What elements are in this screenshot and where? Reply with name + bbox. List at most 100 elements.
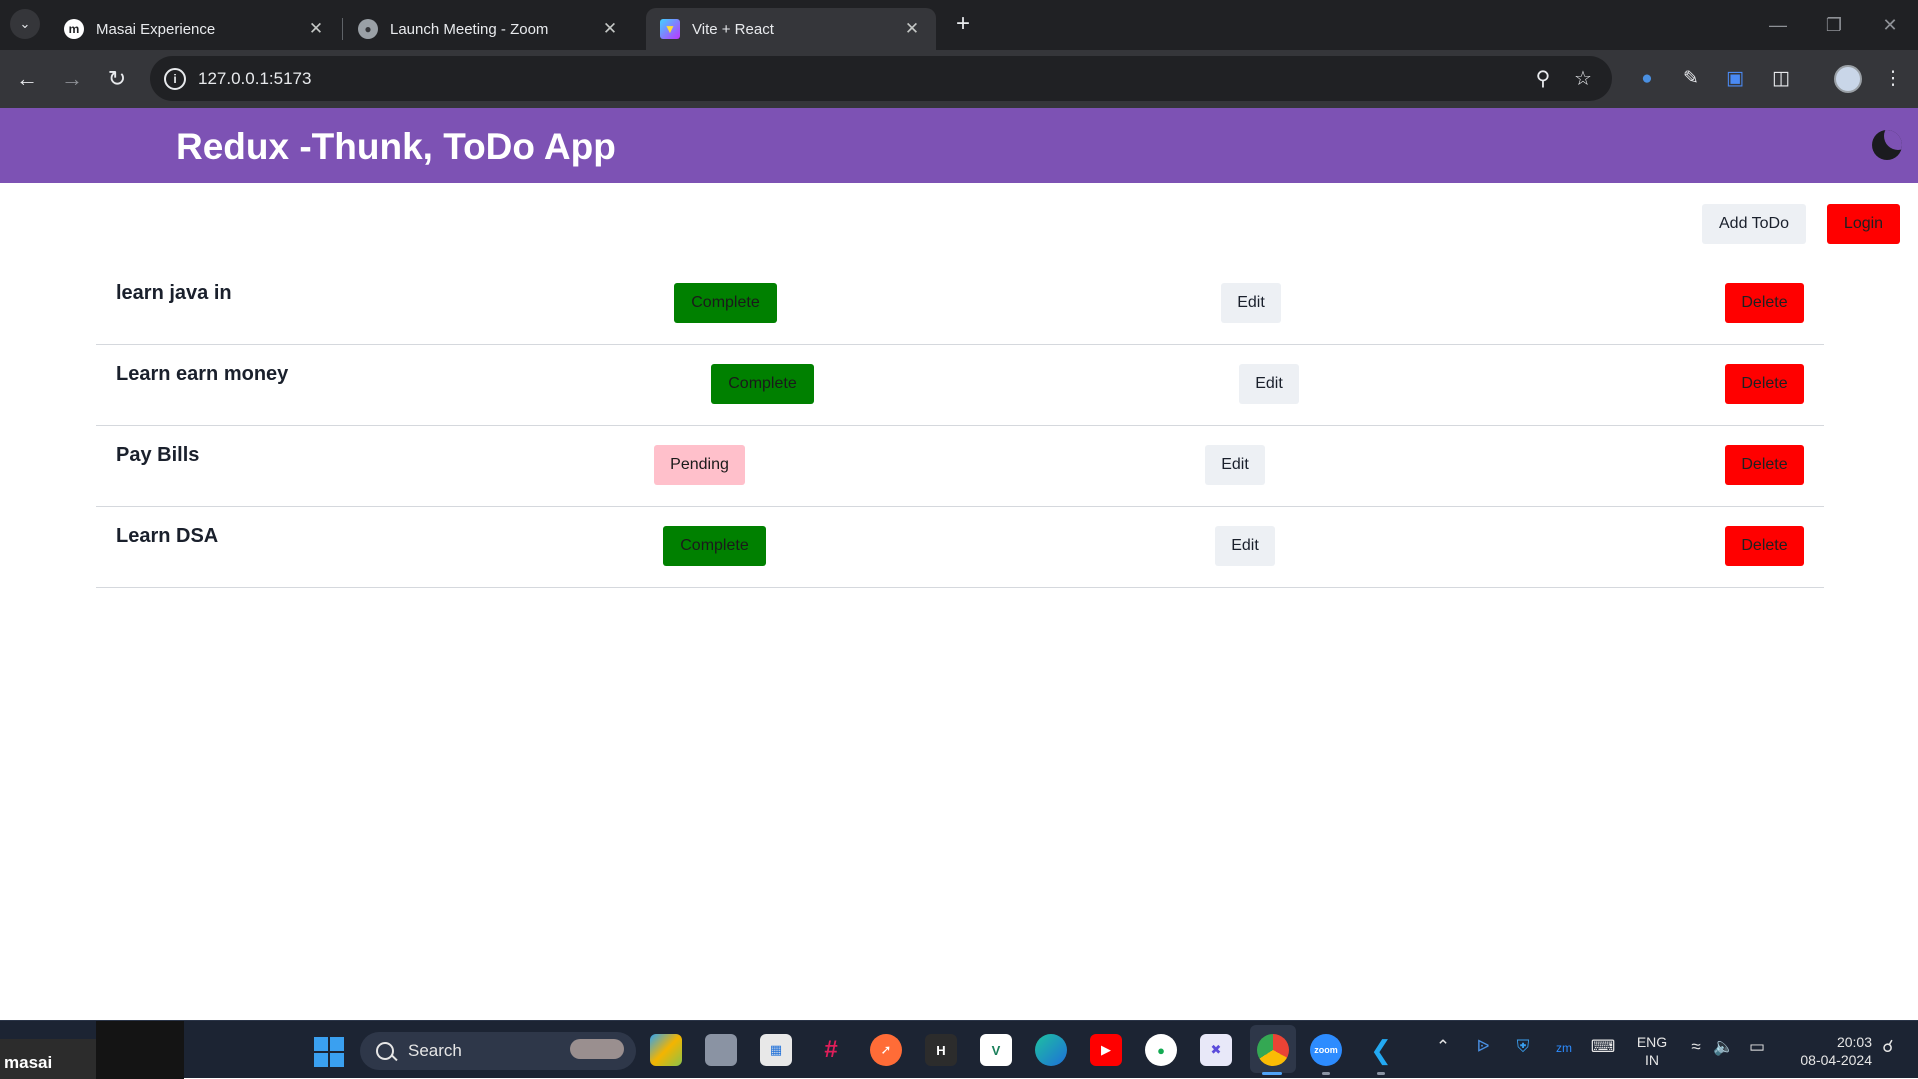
new-tab-icon[interactable]: + <box>948 10 978 40</box>
todo-row: Learn DSA Complete Edit Delete <box>96 507 1824 588</box>
taskbar-search-label: Search <box>408 1041 462 1060</box>
todo-title: Learn earn money <box>116 363 289 385</box>
tab-title: Launch Meeting - Zoom <box>390 20 549 38</box>
address-url[interactable]: 127.0.0.1:5173 <box>198 69 311 89</box>
region-code: IN <box>1645 1052 1659 1068</box>
battery-icon[interactable]: ▭ <box>1744 1037 1770 1057</box>
app-title: Redux -Thunk, ToDo App <box>176 126 616 167</box>
copilot-icon[interactable] <box>650 1034 682 1066</box>
running-indicator <box>1322 1072 1330 1075</box>
edit-button[interactable]: Edit <box>1205 445 1265 485</box>
zoom-icon[interactable]: zoom <box>1310 1034 1342 1066</box>
bookmark-star-icon[interactable]: ☆ <box>1570 66 1596 92</box>
close-tab-icon[interactable]: ✕ <box>306 19 326 39</box>
postman-icon[interactable]: ➚ <box>870 1034 902 1066</box>
window-thumbnail[interactable] <box>96 1021 184 1079</box>
masai-window-thumbnail[interactable]: masai <box>0 1039 96 1079</box>
address-bar[interactable]: i 127.0.0.1:5173 ⚲ ☆ <box>150 56 1612 101</box>
add-todo-button[interactable]: Add ToDo <box>1702 204 1806 244</box>
wifi-icon[interactable]: ≈ <box>1684 1037 1708 1057</box>
slack-icon[interactable]: # <box>815 1034 847 1066</box>
login-button[interactable]: Login <box>1827 204 1900 244</box>
reload-icon[interactable]: ↻ <box>102 64 132 94</box>
active-indicator <box>1262 1072 1282 1075</box>
vite-favicon: ▼ <box>660 19 680 39</box>
status-complete-button[interactable]: Complete <box>711 364 814 404</box>
delete-button[interactable]: Delete <box>1725 526 1804 566</box>
tab-search-chevron-icon[interactable]: ⌄ <box>10 9 40 39</box>
language-code: ENG <box>1636 1034 1668 1050</box>
masai-favicon: m <box>64 19 84 39</box>
site-info-icon[interactable]: i <box>164 68 186 90</box>
close-tab-icon[interactable]: ✕ <box>902 19 922 39</box>
chrome-icon[interactable] <box>1257 1034 1289 1066</box>
start-tile <box>314 1053 328 1067</box>
keyboard-icon[interactable]: ⌨ <box>1590 1037 1616 1057</box>
minimize-icon[interactable]: — <box>1760 10 1796 40</box>
extensions-puzzle-icon[interactable]: ◫ <box>1766 64 1796 94</box>
todo-title: Learn DSA <box>116 525 219 547</box>
app-header: Redux -Thunk, ToDo App <box>0 108 1918 183</box>
start-tile <box>314 1037 328 1051</box>
start-tile <box>330 1053 344 1067</box>
tab-title: Vite + React <box>692 20 774 38</box>
notifications-bell-icon[interactable]: ☌ <box>1876 1037 1900 1057</box>
search-highlight-image <box>570 1039 624 1059</box>
tab-title: Masai Experience <box>96 20 216 38</box>
volume-icon[interactable]: 🔈 <box>1712 1037 1736 1057</box>
moon-icon[interactable] <box>1872 130 1902 160</box>
tab-divider <box>342 18 343 40</box>
restore-icon[interactable]: ❐ <box>1816 10 1852 40</box>
tab-launch-meeting-zoom[interactable]: ● Launch Meeting - Zoom ✕ <box>344 8 634 50</box>
forward-icon[interactable]: → <box>57 64 87 94</box>
todo-row: learn java in Complete Edit Delete <box>96 264 1824 345</box>
todo-row: Pay Bills Pending Edit Delete <box>96 426 1824 507</box>
close-tab-icon[interactable]: ✕ <box>600 19 620 39</box>
edge-icon[interactable] <box>1035 1034 1067 1066</box>
windows-start-icon[interactable] <box>314 1037 344 1067</box>
youtube-icon[interactable]: ▶ <box>1090 1034 1122 1066</box>
microsoft-store-icon[interactable]: ▦ <box>760 1034 792 1066</box>
windows-taskbar: masai Search ▦ # ➚ H V ▶ ● ✖ zoom ❮ ⌃ ᐉ … <box>0 1020 1918 1079</box>
status-pending-button[interactable]: Pending <box>654 445 745 485</box>
extension-blue-icon[interactable]: ● <box>1632 64 1662 94</box>
todo-title: Pay Bills <box>116 444 200 466</box>
edit-button[interactable]: Edit <box>1221 283 1281 323</box>
browser-toolbar: ← → ↻ i 127.0.0.1:5173 ⚲ ☆ ● ✎ ▣ ◫ ⋮ <box>0 50 1918 108</box>
language-indicator[interactable]: ENG IN <box>1634 1033 1670 1069</box>
tab-vite-react[interactable]: ▼ Vite + React ✕ <box>646 8 936 50</box>
profile-avatar[interactable] <box>1834 65 1862 93</box>
status-complete-button[interactable]: Complete <box>674 283 777 323</box>
start-tile <box>330 1037 344 1051</box>
delete-button[interactable]: Delete <box>1725 445 1804 485</box>
clock-date: 08-04-2024 <box>1800 1052 1872 1068</box>
bluetooth-icon[interactable]: ᐉ <box>1472 1037 1494 1057</box>
tab-masai-experience[interactable]: m Masai Experience ✕ <box>50 8 340 50</box>
edit-button[interactable]: Edit <box>1239 364 1299 404</box>
todo-title: learn java in <box>116 282 232 304</box>
zoom-tray-icon[interactable]: zm <box>1552 1041 1576 1055</box>
todo-row: Learn earn money Complete Edit Delete <box>96 345 1824 426</box>
delete-button[interactable]: Delete <box>1725 283 1804 323</box>
clock[interactable]: 20:03 08-04-2024 <box>1780 1033 1872 1069</box>
vscode-icon[interactable]: ❮ <box>1365 1034 1397 1066</box>
browser-tab-strip: ⌄ m Masai Experience ✕ ● Launch Meeting … <box>0 0 1918 50</box>
close-window-icon[interactable]: ✕ <box>1872 10 1908 40</box>
hashnode-icon[interactable]: H <box>925 1034 957 1066</box>
browser-menu-icon[interactable]: ⋮ <box>1878 64 1908 94</box>
back-icon[interactable]: ← <box>12 64 42 94</box>
vuetify-icon[interactable]: V <box>980 1034 1012 1066</box>
color-picker-icon[interactable]: ✎ <box>1676 64 1706 94</box>
windows-security-icon[interactable]: ⛨ <box>1512 1037 1534 1057</box>
file-explorer-icon[interactable] <box>705 1034 737 1066</box>
zoom-icon[interactable]: ⚲ <box>1530 66 1556 92</box>
google-translate-icon[interactable]: ▣ <box>1720 64 1750 94</box>
mongodb-compass-icon[interactable]: ● <box>1145 1034 1177 1066</box>
xmind-icon[interactable]: ✖ <box>1200 1034 1232 1066</box>
edit-button[interactable]: Edit <box>1215 526 1275 566</box>
search-icon <box>376 1042 394 1060</box>
show-hidden-icons-chevron-icon[interactable]: ⌃ <box>1432 1037 1454 1057</box>
globe-icon: ● <box>358 19 378 39</box>
delete-button[interactable]: Delete <box>1725 364 1804 404</box>
status-complete-button[interactable]: Complete <box>663 526 766 566</box>
